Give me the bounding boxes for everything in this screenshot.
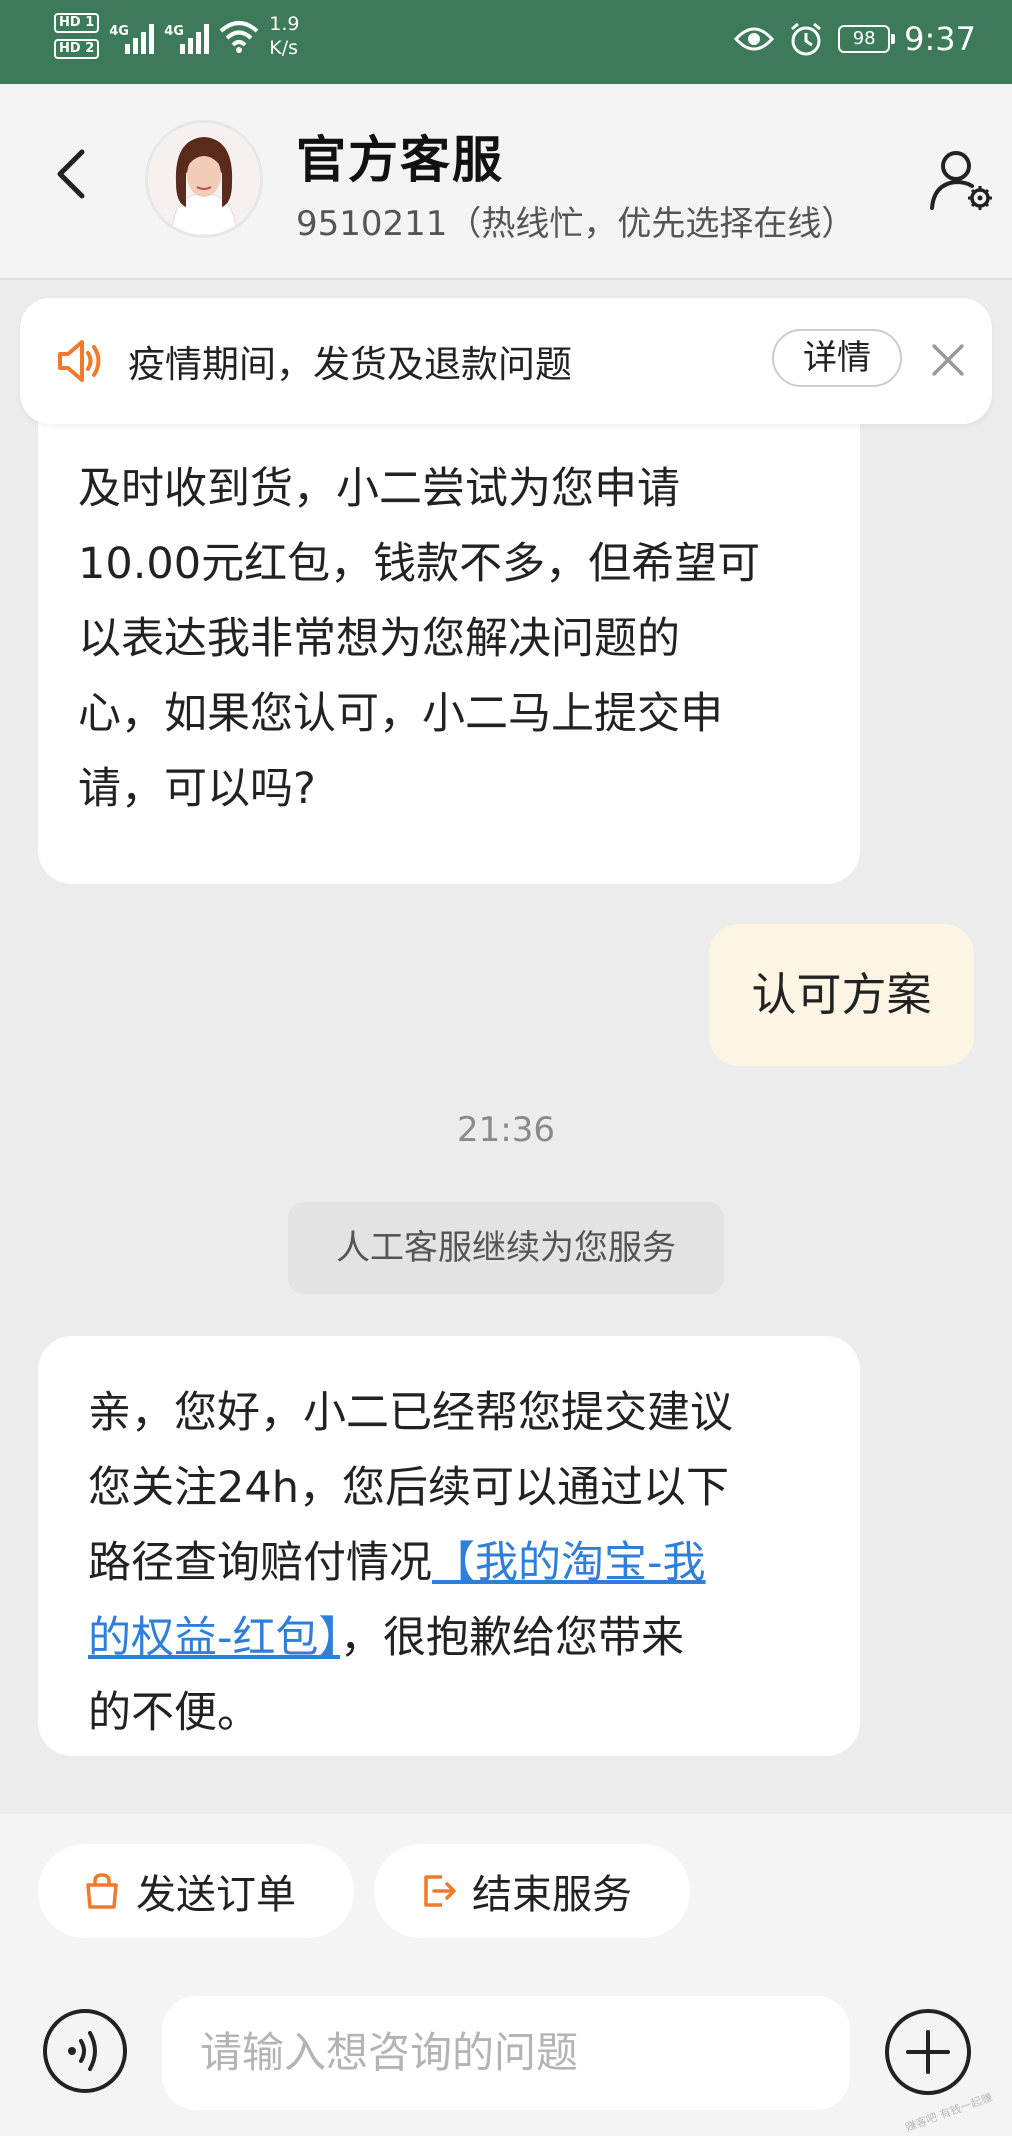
- message-text: ，很抱歉给您带来: [340, 1613, 685, 1663]
- message-line: 您关注24h，您后续可以通过以下: [88, 1463, 729, 1513]
- eye-icon: [734, 27, 775, 51]
- rights-link-continued[interactable]: 的权益-红包】: [88, 1613, 340, 1663]
- end-service-label: 结束服务: [472, 1872, 632, 1918]
- send-order-label: 发送订单: [136, 1872, 296, 1918]
- speaker-icon: [58, 340, 101, 382]
- status-bar: HD 1 HD 2 4G 4G 1.9 K/s 98 9:37: [0, 0, 1012, 84]
- message-line: 的权益-红包】，很抱歉给您带来: [88, 1601, 810, 1676]
- message-body: 及时收到货，小二尝试为您申请 10.00元红包，钱款不多，但希望可 以表达我非常…: [78, 452, 820, 827]
- speed-value: 1.9: [269, 13, 300, 35]
- message-line: 路径查询赔付情况【我的淘宝-我: [88, 1526, 810, 1601]
- shopping-bag-icon: [86, 1873, 118, 1909]
- bottom-bar: 发送订单 结束服务 请输入想咨询的问题 赚客吧 有钱一起赚: [0, 1814, 1012, 2136]
- exit-icon: [424, 1875, 456, 1907]
- speed-unit: K/s: [269, 37, 299, 59]
- status-right: 98 9:37: [734, 20, 976, 58]
- hd1-badge: HD 1: [54, 13, 100, 33]
- status-left: HD 1 HD 2 4G 4G 1.9 K/s: [54, 12, 299, 60]
- message-line: 10.00元红包，钱款不多，但希望可: [78, 539, 761, 589]
- message-line: 及时收到货，小二尝试为您申请: [78, 464, 680, 514]
- message-input[interactable]: 请输入想咨询的问题: [162, 1996, 850, 2110]
- agent-portrait: [148, 123, 260, 235]
- plus-circle-icon[interactable]: [882, 2006, 974, 2098]
- agent-message-2: 亲，您好，小二已经帮您提交建议 您关注24h，您后续可以通过以下 路径查询赔付情…: [38, 1336, 860, 1756]
- hotline-subtitle: 9510211（热线忙，优先选择在线）: [296, 204, 856, 244]
- hd2-badge: HD 2: [54, 39, 100, 59]
- message-text: 路径查询赔付情况: [88, 1538, 432, 1588]
- message-line: 请，可以吗?: [78, 764, 316, 814]
- network-speed: 1.9 K/s: [269, 12, 299, 60]
- wifi-icon: [219, 21, 259, 53]
- signal-2-icon: 4G: [164, 18, 210, 54]
- message-line: 以表达我非常想为您解决问题的: [78, 614, 680, 664]
- avatar[interactable]: [145, 120, 263, 238]
- user-message: 认可方案: [709, 924, 974, 1066]
- chevron-left-icon[interactable]: [48, 144, 98, 204]
- chat-header: 官方客服 9510211（热线忙，优先选择在线）: [0, 84, 1012, 280]
- close-icon[interactable]: [928, 340, 968, 380]
- announcement-banner[interactable]: 疫情期间，发货及退款问题 详情: [20, 298, 992, 424]
- page-title: 官方客服: [296, 131, 504, 189]
- message-line: 亲，您好，小二已经帮您提交建议: [88, 1388, 733, 1438]
- rights-link[interactable]: 【我的淘宝-我: [432, 1538, 706, 1588]
- alarm-icon: [791, 22, 822, 56]
- agent-message-1: 货，非常抱歉，疫情原因造成无法 及时收到货，小二尝试为您申请 10.00元红包，…: [38, 400, 860, 884]
- end-service-button[interactable]: 结束服务: [374, 1844, 690, 1938]
- battery-icon: 98: [838, 25, 896, 53]
- announcement-text: 疫情期间，发货及退款问题: [128, 343, 572, 386]
- message-line: 的不便。: [88, 1688, 260, 1738]
- send-order-button[interactable]: 发送订单: [38, 1844, 354, 1938]
- hd-indicators: HD 1 HD 2: [54, 13, 100, 59]
- voice-icon[interactable]: [40, 2006, 130, 2096]
- system-notice: 人工客服继续为您服务: [288, 1202, 724, 1294]
- details-button[interactable]: 详情: [772, 329, 902, 387]
- signal-1-icon: 4G: [109, 18, 155, 54]
- network-type-2: 4G: [164, 24, 184, 39]
- network-type-1: 4G: [109, 24, 129, 39]
- message-line: 心，如果您认可，小二马上提交申: [78, 689, 723, 739]
- message-timestamp: 21:36: [457, 1110, 555, 1150]
- status-time: 9:37: [904, 20, 976, 58]
- user-gear-icon[interactable]: [926, 144, 996, 214]
